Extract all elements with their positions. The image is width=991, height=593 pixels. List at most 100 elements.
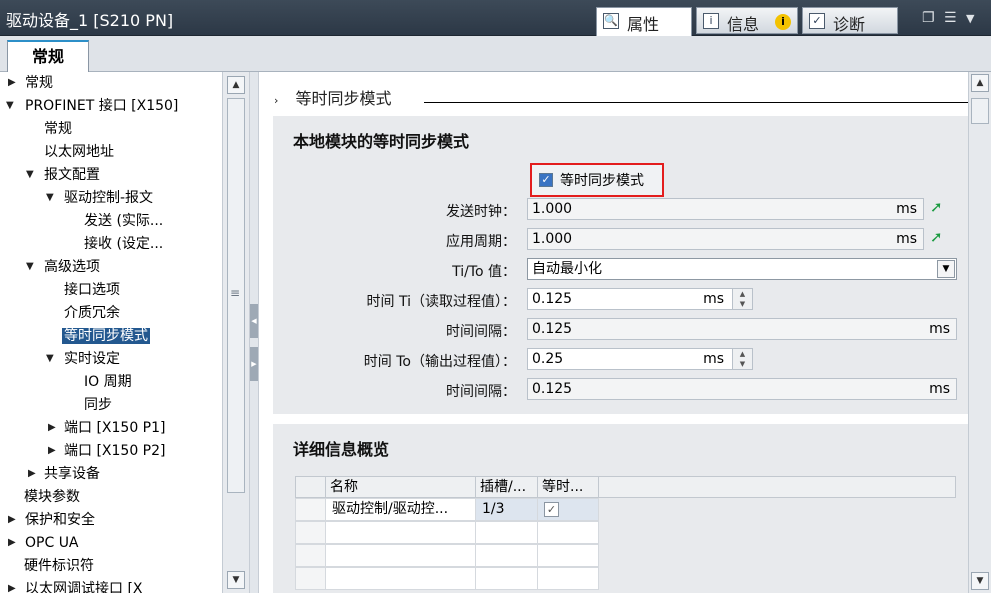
isochronous-checkbox[interactable]: ✓ bbox=[539, 173, 553, 187]
stepper[interactable]: ▲ ▼ bbox=[732, 289, 752, 309]
interval2-label: 时间间隔： bbox=[446, 384, 516, 400]
tab-properties[interactable]: 🔍 属性 bbox=[596, 7, 692, 36]
info-icon: i bbox=[703, 13, 719, 29]
goto-arrow-icon[interactable]: ➚ bbox=[930, 198, 943, 216]
table-cell-iso[interactable]: ✓ bbox=[537, 498, 599, 521]
tree-item-isochronous-mode[interactable]: 等时同步模式 bbox=[62, 325, 150, 347]
table-cell-empty[interactable] bbox=[537, 567, 599, 590]
stepper-down-icon[interactable]: ▼ bbox=[733, 359, 752, 369]
tree-item-media-redundancy[interactable]: 介质冗余 bbox=[64, 302, 120, 324]
section-arrow-icon: › bbox=[274, 94, 279, 107]
tree-item-io-cycle[interactable]: IO 周期 bbox=[84, 371, 132, 393]
row-header[interactable] bbox=[295, 567, 326, 590]
menu-down-icon[interactable]: ▼ bbox=[966, 12, 974, 25]
tree-item-hw-id[interactable]: 硬件标识符 bbox=[24, 555, 94, 577]
time-to-field[interactable]: 0.25 ms ▲ ▼ bbox=[527, 348, 753, 370]
grid-header-iso[interactable]: 等时... bbox=[537, 476, 599, 498]
scroll-down-icon[interactable]: ▼ bbox=[971, 572, 989, 590]
tab-diagnostics-label: 诊断 bbox=[833, 15, 866, 34]
tree-item-port-p2[interactable]: ▶ 端口 [X150 P2] bbox=[48, 440, 166, 462]
window-title: 驱动设备_1 [S210 PN] bbox=[6, 11, 174, 30]
expand-right-icon[interactable]: ▶ bbox=[48, 440, 56, 462]
table-cell-empty[interactable] bbox=[325, 544, 476, 567]
tree-item-protection[interactable]: ▶ 保护和安全 bbox=[8, 509, 95, 531]
stepper-up-icon[interactable]: ▲ bbox=[733, 349, 752, 359]
collapse-right-icon[interactable]: ▶ bbox=[250, 347, 258, 381]
table-cell-empty[interactable] bbox=[475, 544, 538, 567]
tree-item-general-sub[interactable]: 常规 bbox=[44, 118, 72, 140]
tree-item-ethernet-address[interactable]: 以太网地址 bbox=[44, 141, 114, 163]
app-cycle-label: 应用周期： bbox=[446, 234, 516, 250]
expand-right-icon[interactable]: ▶ bbox=[28, 463, 36, 485]
restore-icon[interactable]: ❐ bbox=[922, 10, 935, 26]
tree-item-ethernet-debug[interactable]: ▶ 以太网调试接口 [X bbox=[8, 578, 143, 593]
sub-tab-bar: 常规 bbox=[0, 36, 991, 72]
tree-item-send[interactable]: 发送 (实际... bbox=[84, 210, 163, 232]
tab-diagnostics[interactable]: ✓ 诊断 bbox=[802, 7, 898, 34]
tree-item-interface-options[interactable]: 接口选项 bbox=[64, 279, 120, 301]
grid-header-name[interactable]: 名称 bbox=[325, 476, 476, 498]
table-cell-empty[interactable] bbox=[537, 521, 599, 544]
tree-item-general[interactable]: ▶ 常规 bbox=[8, 72, 53, 94]
chevron-down-icon[interactable]: ▼ bbox=[937, 260, 955, 278]
tree-item-module-params[interactable]: 模块参数 bbox=[24, 486, 80, 508]
stepper-down-icon[interactable]: ▼ bbox=[733, 299, 752, 309]
table-cell-name[interactable]: 驱动控制/驱动控... bbox=[325, 498, 476, 521]
tab-info[interactable]: i 信息 i bbox=[696, 7, 798, 34]
stepper-up-icon[interactable]: ▲ bbox=[733, 289, 752, 299]
expand-down-icon[interactable]: ▼ bbox=[26, 256, 34, 278]
grid-header-slot[interactable]: 插槽/... bbox=[475, 476, 538, 498]
ti-to-select[interactable]: 自动最小化 ▼ bbox=[527, 258, 957, 280]
time-ti-field[interactable]: 0.125 ms ▲ ▼ bbox=[527, 288, 753, 310]
scroll-thumb[interactable] bbox=[971, 98, 989, 124]
ti-to-label: Ti/To 值： bbox=[452, 264, 516, 280]
time-ti-label: 时间 Ti（读取过程值）： bbox=[366, 294, 516, 310]
scroll-up-icon[interactable]: ▲ bbox=[971, 74, 989, 92]
tree-item-port-p1[interactable]: ▶ 端口 [X150 P1] bbox=[48, 417, 166, 439]
list-icon[interactable]: ☰ bbox=[944, 10, 957, 26]
tree-item-receive[interactable]: 接收 (设定... bbox=[84, 233, 163, 255]
collapse-left-icon[interactable]: ◀ bbox=[250, 304, 258, 338]
stepper[interactable]: ▲ ▼ bbox=[732, 349, 752, 369]
expand-down-icon[interactable]: ▼ bbox=[46, 187, 54, 209]
tree-item-realtime[interactable]: ▼ 实时设定 bbox=[46, 348, 120, 370]
properties-icon: 🔍 bbox=[603, 13, 619, 29]
table-cell-empty[interactable] bbox=[475, 567, 538, 590]
expand-right-icon[interactable]: ▶ bbox=[48, 417, 56, 439]
table-cell-empty[interactable] bbox=[325, 567, 476, 590]
splitter[interactable]: ◀ ▶ bbox=[249, 72, 259, 593]
tree-item-sync[interactable]: 同步 bbox=[84, 394, 112, 416]
tree-item-advanced[interactable]: ▼ 高级选项 bbox=[26, 256, 100, 278]
expand-right-icon[interactable]: ▶ bbox=[8, 72, 16, 94]
section-divider bbox=[424, 102, 968, 103]
expand-down-icon[interactable]: ▼ bbox=[26, 164, 34, 186]
row-header[interactable] bbox=[295, 521, 326, 544]
expand-right-icon[interactable]: ▶ bbox=[8, 509, 16, 531]
tree-item-opc-ua[interactable]: ▶ OPC UA bbox=[8, 532, 79, 554]
goto-arrow-icon[interactable]: ➚ bbox=[930, 228, 943, 246]
expand-down-icon[interactable]: ▼ bbox=[6, 95, 14, 117]
main-scrollbar[interactable]: ▲ ▼ bbox=[968, 72, 991, 593]
tab-info-label: 信息 bbox=[727, 15, 760, 34]
isochronous-checkbox-label: 等时同步模式 bbox=[560, 173, 644, 189]
tab-general[interactable]: 常规 bbox=[7, 40, 89, 72]
expand-right-icon[interactable]: ▶ bbox=[8, 578, 16, 593]
row-header[interactable] bbox=[295, 498, 326, 521]
section-header: › 等时同步模式 bbox=[274, 85, 968, 109]
row-checkbox[interactable]: ✓ bbox=[544, 502, 559, 517]
tree-item-drive-control[interactable]: ▼ 驱动控制-报文 bbox=[46, 187, 153, 209]
expand-down-icon[interactable]: ▼ bbox=[46, 348, 54, 370]
tree-item-shared-device[interactable]: ▶ 共享设备 bbox=[28, 463, 100, 485]
scroll-up-icon[interactable]: ▲ bbox=[227, 76, 245, 94]
table-cell-empty[interactable] bbox=[475, 521, 538, 544]
scroll-down-icon[interactable]: ▼ bbox=[227, 571, 245, 589]
grid-corner bbox=[295, 476, 326, 498]
tree-scrollbar[interactable]: ▲ ≡ ▼ bbox=[222, 72, 250, 593]
tree-item-profinet[interactable]: ▼ PROFINET 接口 [X150] bbox=[6, 95, 178, 117]
expand-right-icon[interactable]: ▶ bbox=[8, 532, 16, 554]
table-cell-empty[interactable] bbox=[537, 544, 599, 567]
tree-item-telegram-config[interactable]: ▼ 报文配置 bbox=[26, 164, 100, 186]
table-cell-empty[interactable] bbox=[325, 521, 476, 544]
row-header[interactable] bbox=[295, 544, 326, 567]
table-cell-slot[interactable]: 1/3 bbox=[475, 498, 538, 521]
